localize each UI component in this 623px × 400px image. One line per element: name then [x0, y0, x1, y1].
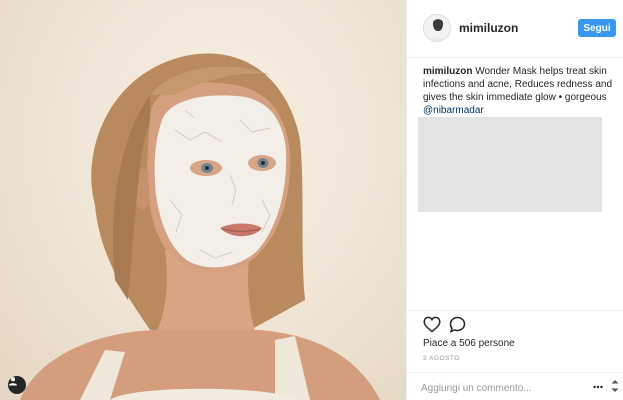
post-sidebar: mimiluzon Segui mimiluzon Wonder Mask he… — [406, 0, 623, 400]
likes-count[interactable]: Piace a 506 persone — [423, 338, 515, 349]
comment-input[interactable] — [421, 381, 571, 395]
post-caption: mimiluzon Wonder Mask helps treat skin i… — [423, 65, 613, 117]
post-date: 3 AGOSTO — [423, 355, 460, 362]
more-options-icon[interactable] — [593, 383, 603, 391]
post-photo[interactable] — [0, 0, 406, 400]
heart-icon[interactable] — [423, 316, 441, 333]
header-username[interactable]: mimiluzon — [459, 21, 518, 35]
chevron-up-icon[interactable] — [611, 379, 619, 384]
profile-avatar-icon — [424, 15, 450, 41]
post-photo-illustration — [20, 53, 380, 400]
avatar[interactable] — [423, 14, 451, 42]
comment-section — [407, 372, 623, 400]
media-placeholder — [418, 117, 602, 212]
chevron-down-icon[interactable] — [611, 388, 619, 393]
scroll-arrows[interactable] — [610, 379, 619, 393]
caption-mention-link[interactable]: @nibarmadar — [423, 105, 484, 116]
comment-icon[interactable] — [449, 316, 466, 333]
post-header: mimiluzon Segui — [407, 0, 623, 58]
actions-divider — [407, 310, 623, 311]
caption-username[interactable]: mimiluzon — [423, 66, 472, 77]
person-icon[interactable] — [8, 376, 26, 394]
follow-button[interactable]: Segui — [578, 19, 616, 37]
